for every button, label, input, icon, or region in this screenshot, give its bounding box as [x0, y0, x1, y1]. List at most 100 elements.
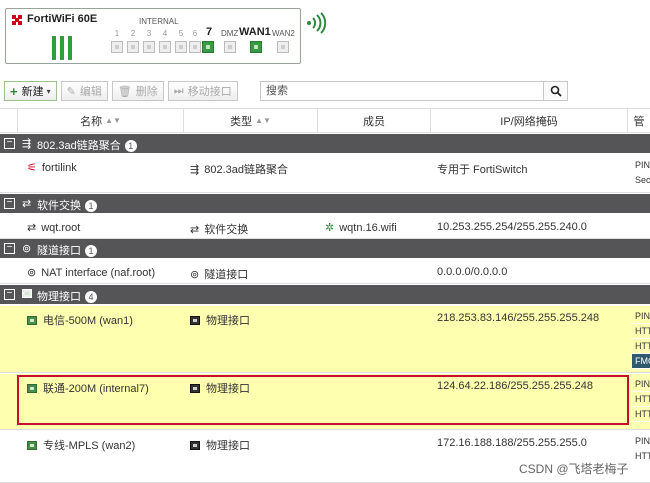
table-row-wqt[interactable]: ⇄ wqt.root ⇄ 软件交换 ✲ wqtn.16.wifi 10.253.255… [0, 215, 650, 239]
trash-icon: 🗑 [117, 85, 132, 98]
column-ref-label: 管 [633, 115, 645, 128]
wan1-label: WAN1 [239, 26, 271, 38]
ref-chip: PING [632, 158, 650, 173]
power-led-icon [52, 36, 74, 60]
row-name: ⊚ NAT interface (naf.root) [27, 266, 155, 279]
row-name: 联通-200M (internal7) [27, 380, 149, 396]
row-type-text: 物理接口 [206, 383, 250, 395]
collapse-icon[interactable]: − [4, 243, 15, 254]
group-header-softswitch[interactable]: − ⇄ 软件交换 1 [0, 194, 650, 214]
search-input[interactable] [261, 82, 543, 100]
fortinet-logo-icon [12, 15, 22, 25]
row-type-text: 物理接口 [206, 440, 250, 452]
create-new-button[interactable]: + 新建 ▾ [4, 81, 57, 101]
port-number-7: 7 [205, 26, 213, 38]
internal-group-label: INTERNAL [139, 17, 179, 26]
wan1-port-icon[interactable] [250, 41, 262, 53]
group-label: 802.3ad链路聚合 [37, 140, 121, 152]
ethernet-port-icon [190, 316, 200, 325]
collapse-icon[interactable]: − [4, 138, 15, 149]
dmz-port-icon[interactable] [224, 41, 236, 53]
tunnel-icon: ⊚ [27, 267, 37, 279]
plus-icon: + [10, 83, 18, 99]
wan2-label: WAN2 [272, 29, 295, 38]
port-6-icon[interactable] [189, 41, 201, 53]
header-spacer [0, 109, 18, 132]
port-3-icon[interactable] [143, 41, 155, 53]
column-header-name[interactable]: 名称 ▲▼ [18, 109, 184, 132]
fortilink-icon: ⚟ [27, 162, 37, 174]
delete-button[interactable]: 🗑 删除 [111, 81, 164, 101]
tunnel-icon: ⊚ [22, 243, 32, 255]
group-header-lag[interactable]: − ⇶ 802.3ad链路聚合 1 [0, 134, 650, 154]
link-aggregation-icon: ⇶ [190, 164, 200, 176]
ref-chip: HTT [632, 324, 650, 339]
search-button[interactable] [543, 82, 567, 100]
device-model: FortiWiFi 60E [27, 13, 98, 25]
port-7-icon[interactable] [202, 41, 214, 53]
move-icon: ⏭ [173, 84, 184, 97]
row-name-text: wqt.root [41, 222, 81, 234]
ref-chip: Sec [632, 173, 650, 188]
row-members: ✲ wqtn.16.wifi [325, 221, 397, 234]
wan2-port-icon[interactable] [277, 41, 289, 53]
row-name-text: 联通-200M (internal7) [43, 383, 149, 395]
column-header-members[interactable]: 成员 [318, 109, 431, 132]
ethernet-port-icon [190, 384, 200, 393]
port-number-2: 2 [130, 29, 136, 38]
count-badge: 1 [85, 200, 97, 212]
row-name-text: 电信-500M (wan1) [43, 315, 133, 327]
table-row-internal7[interactable]: 联通-200M (internal7) 物理接口 124.64.22.186/2… [0, 374, 650, 430]
column-header-ref[interactable]: 管 [628, 109, 650, 132]
row-name: 电信-500M (wan1) [27, 312, 133, 328]
pencil-icon: ✎ [66, 85, 76, 98]
row-name: ⇄ wqt.root [27, 221, 80, 234]
row-name-text: fortilink [41, 162, 77, 174]
watermark: CSDN @飞塔老梅子 [519, 462, 629, 476]
group-header-physical[interactable]: − 物理接口 4 [0, 285, 650, 305]
chevron-down-icon: ▾ [46, 86, 51, 96]
edit-button[interactable]: ✎ 编辑 [60, 81, 108, 101]
ref-chip: PING [632, 377, 650, 392]
create-new-label: 新建 [21, 86, 44, 98]
table-row-fortilink[interactable]: ⚟ fortilink ⇶ 802.3ad链路聚合 专用于 FortiSwitch … [0, 155, 650, 193]
port-2-icon[interactable] [127, 41, 139, 53]
ref-chip: HTT [632, 339, 650, 354]
search-box [260, 81, 568, 101]
table-row-nat[interactable]: ⊚ NAT interface (naf.root) ⊚ 隧道接口 0.0.0.0/… [0, 260, 650, 284]
table-row-wan1[interactable]: 电信-500M (wan1) 物理接口 218.253.83.146/255.2… [0, 306, 650, 373]
wifi-signal-icon [307, 12, 326, 34]
port-1-icon[interactable] [111, 41, 123, 53]
column-name-label: 名称 [80, 115, 103, 128]
column-header-ip[interactable]: IP/网络掩码 [431, 109, 628, 132]
row-type: 物理接口 [190, 380, 250, 396]
group-header-tunnel[interactable]: − ⊚ 隧道接口 1 [0, 239, 650, 259]
row-type-text: 物理接口 [206, 315, 250, 327]
ethernet-port-icon [22, 288, 38, 300]
tunnel-icon: ⊚ [190, 269, 200, 281]
port-number-6: 6 [192, 29, 198, 38]
group-label: 物理接口 [37, 291, 81, 303]
device-faceplate: FortiWiFi 60E INTERNAL 1 2 3 4 5 6 7 DMZ… [5, 8, 301, 64]
collapse-icon[interactable]: − [4, 198, 15, 209]
column-members-label: 成员 [363, 115, 385, 128]
count-badge: 1 [85, 245, 97, 257]
collapse-icon[interactable]: − [4, 289, 15, 300]
port-4-icon[interactable] [159, 41, 171, 53]
row-name-text: 专线-MPLS (wan2) [43, 440, 136, 452]
sort-icon: ▲▼ [255, 116, 271, 125]
ethernet-port-icon [27, 441, 37, 450]
move-interface-button[interactable]: ⏭ 移动接口 [167, 81, 238, 101]
row-type: ⇶ 802.3ad链路聚合 [190, 161, 288, 177]
row-type: 物理接口 [190, 437, 250, 453]
edit-label: 编辑 [79, 86, 102, 98]
ref-chip: PING [632, 309, 650, 324]
ref-chip: HTT [632, 449, 650, 464]
column-header-type[interactable]: 类型 ▲▼ [184, 109, 318, 132]
ethernet-port-icon [27, 384, 37, 393]
delete-label: 删除 [135, 86, 158, 98]
ethernet-port-icon [190, 441, 200, 450]
count-badge: 4 [85, 291, 97, 303]
port-5-icon[interactable] [175, 41, 187, 53]
shuffle-icon: ⇄ [27, 222, 37, 234]
